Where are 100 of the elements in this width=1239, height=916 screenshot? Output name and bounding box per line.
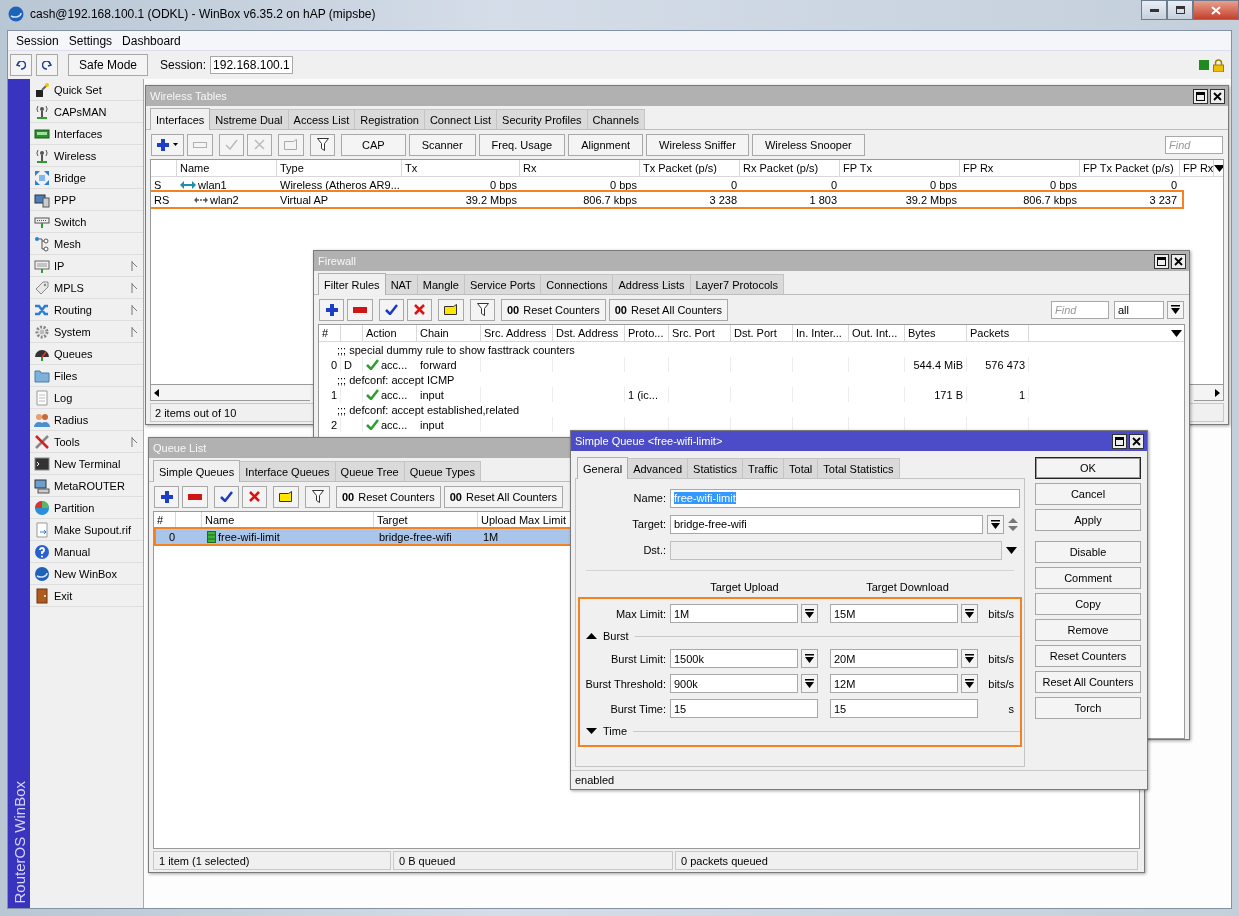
text-field[interactable]: 15M xyxy=(830,604,958,623)
column-header[interactable]: FP Tx Packet (p/s) xyxy=(1080,160,1180,176)
column-header[interactable]: Action xyxy=(363,325,417,341)
text-field[interactable]: 1M xyxy=(670,604,798,623)
sidebar-item[interactable]: New Terminal xyxy=(30,453,143,475)
tab[interactable]: Filter Rules xyxy=(318,273,386,295)
comment-button[interactable] xyxy=(273,485,299,508)
dropdown-button[interactable] xyxy=(801,604,818,623)
maximize-button[interactable] xyxy=(1112,433,1127,449)
sidebar-item[interactable]: Log xyxy=(30,387,143,409)
sidebar-item[interactable]: MPLS xyxy=(30,277,143,299)
tab[interactable]: Access List xyxy=(287,109,356,129)
remove-button[interactable] xyxy=(347,298,373,321)
tab[interactable]: General xyxy=(577,457,629,479)
column-header[interactable]: # xyxy=(319,325,341,341)
column-header[interactable]: In. Inter... xyxy=(793,325,849,341)
tab[interactable]: Connections xyxy=(540,274,614,294)
sidebar-item[interactable]: Exit xyxy=(30,585,143,607)
filter-field[interactable]: all xyxy=(1114,300,1164,319)
tab[interactable]: Mangle xyxy=(416,274,465,294)
section-toggle[interactable]: Burst xyxy=(586,630,629,642)
dialog-button[interactable]: Remove xyxy=(1035,619,1141,641)
horizontal-scrollbar[interactable] xyxy=(1194,385,1224,401)
tab[interactable]: Security Profiles xyxy=(496,109,588,129)
dropdown-button[interactable] xyxy=(1167,300,1184,319)
sidebar-item[interactable]: Switch xyxy=(30,211,143,233)
text-field[interactable]: 20M xyxy=(830,649,958,668)
tab[interactable]: NAT xyxy=(384,274,418,294)
column-header[interactable]: Src. Port xyxy=(669,325,731,341)
text-field[interactable]: 12M xyxy=(830,674,958,693)
column-header[interactable]: Packets xyxy=(967,325,1029,341)
search-field[interactable]: Find xyxy=(1165,135,1223,154)
column-header[interactable]: Chain xyxy=(417,325,481,341)
safe-mode-button[interactable]: Safe Mode xyxy=(68,54,148,76)
text-field[interactable]: bridge-free-wifi xyxy=(670,514,983,534)
sidebar-item[interactable]: Partition xyxy=(30,497,143,519)
toolbar-button[interactable]: 00 Reset All Counters xyxy=(443,485,564,508)
toolbar-button[interactable]: Wireless Snooper xyxy=(751,133,865,156)
toolbar-button[interactable]: CAP xyxy=(341,133,406,156)
column-header[interactable]: Out. Int... xyxy=(849,325,905,341)
toolbar-button[interactable]: 00 Reset Counters xyxy=(501,298,606,321)
maximize-button[interactable] xyxy=(1167,0,1193,20)
toolbar-button[interactable]: Wireless Sniffer xyxy=(646,133,749,156)
text-field[interactable]: 900k xyxy=(670,674,798,693)
tab[interactable]: Nstreme Dual xyxy=(209,109,289,129)
toolbar-button[interactable]: 00 Reset Counters xyxy=(336,485,441,508)
dropdown-button[interactable] xyxy=(961,604,978,623)
remove-button[interactable] xyxy=(182,485,208,508)
sidebar-item[interactable]: New WinBox xyxy=(30,563,143,585)
column-header[interactable]: Name xyxy=(177,160,277,176)
minimize-button[interactable] xyxy=(1141,0,1167,20)
sidebar-item[interactable]: MetaROUTER xyxy=(30,475,143,497)
close-button[interactable] xyxy=(1171,253,1186,269)
table-row[interactable]: S wlan1 Wireless (Atheros AR9... 0 bps 0 bps 0 0 0 bps 0 bps 0 xyxy=(151,177,1182,192)
menu-item[interactable]: Session xyxy=(11,33,64,48)
dropdown-button[interactable] xyxy=(801,674,818,693)
sidebar-item[interactable]: IP xyxy=(30,255,143,277)
add-button[interactable] xyxy=(154,485,179,508)
tab[interactable]: Interfaces xyxy=(150,108,211,130)
tab[interactable]: Traffic xyxy=(742,458,785,478)
column-header[interactable]: Src. Address xyxy=(481,325,553,341)
tab[interactable]: Queue Tree xyxy=(334,461,405,481)
tab[interactable]: Channels xyxy=(586,109,646,129)
dropdown-button[interactable] xyxy=(961,649,978,668)
tab[interactable]: Connect List xyxy=(423,109,498,129)
close-button[interactable] xyxy=(1210,88,1225,104)
filter-button[interactable] xyxy=(310,133,335,156)
menu-item[interactable]: Settings xyxy=(63,33,118,48)
column-header[interactable]: Dst. Port xyxy=(731,325,793,341)
sidebar-item[interactable]: Make Supout.rif xyxy=(30,519,143,541)
dialog-button[interactable]: Apply xyxy=(1035,509,1141,531)
add-button[interactable] xyxy=(319,298,344,321)
tab[interactable]: Registration xyxy=(354,109,425,129)
search-field[interactable]: Find xyxy=(1051,300,1109,319)
column-header[interactable]: FP Tx xyxy=(840,160,960,176)
tab[interactable]: Interface Queues xyxy=(239,461,336,481)
tab[interactable]: Statistics xyxy=(687,458,744,478)
redo-button[interactable] xyxy=(36,54,58,76)
sidebar-item[interactable]: PPP xyxy=(30,189,143,211)
sidebar-item[interactable]: Routing xyxy=(30,299,143,321)
column-header[interactable]: Tx xyxy=(402,160,520,176)
text-field[interactable]: 15 xyxy=(670,699,818,718)
filter-button[interactable] xyxy=(305,485,330,508)
column-header[interactable]: Rx xyxy=(520,160,640,176)
tab[interactable]: Total Statistics xyxy=(817,458,900,478)
maximize-button[interactable] xyxy=(1193,88,1208,104)
sidebar-item[interactable]: Files xyxy=(30,365,143,387)
horizontal-scrollbar[interactable] xyxy=(150,385,310,401)
tab[interactable]: Service Ports xyxy=(463,274,542,294)
dialog-button[interactable]: Comment xyxy=(1035,567,1141,589)
toolbar-button[interactable]: Scanner xyxy=(408,133,476,156)
tab[interactable]: Advanced xyxy=(627,458,689,478)
session-field[interactable]: 192.168.100.1 xyxy=(210,56,293,74)
text-field[interactable]: 1500k xyxy=(670,649,798,668)
filter-button[interactable] xyxy=(470,298,495,321)
dialog-button[interactable]: Copy xyxy=(1035,593,1141,615)
dialog-button[interactable]: Reset All Counters xyxy=(1035,671,1141,693)
column-header[interactable]: Tx Packet (p/s) xyxy=(640,160,740,176)
toolbar-button[interactable]: Alignment xyxy=(568,133,644,156)
dialog-button[interactable]: Torch xyxy=(1035,697,1141,719)
